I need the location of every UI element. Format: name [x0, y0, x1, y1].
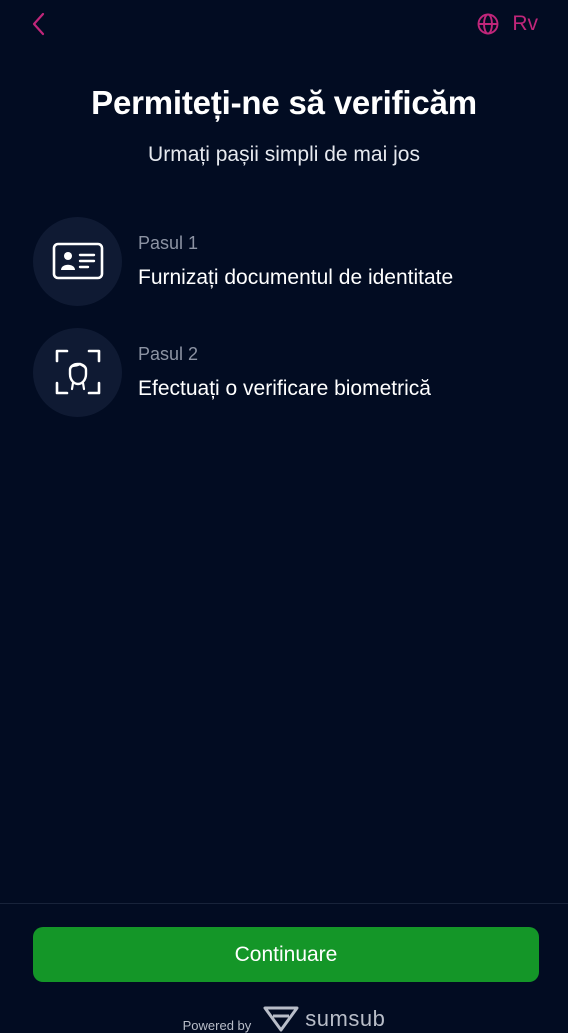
page-subtitle: Urmați pașii simpli de mai jos: [148, 143, 420, 166]
brand-name: sumsub: [305, 1005, 386, 1031]
step-title: Efectuați o verificare biometrică: [138, 376, 431, 400]
powered-by: Powered by sumsub: [0, 1004, 568, 1033]
back-button[interactable]: [28, 10, 52, 38]
footer-divider: [0, 903, 568, 904]
step-label: Pasul 1: [138, 232, 199, 253]
step-item-1: Pasul 1 Furnizați documentul de identita…: [33, 216, 548, 306]
sumsub-logo-icon: [263, 1006, 299, 1031]
id-card-icon: [52, 242, 103, 280]
chevron-left-icon: [32, 12, 45, 36]
page-title: Permiteți-ne să verificăm: [91, 84, 477, 121]
step-item-2: Pasul 2 Efectuați o verificare biometric…: [33, 327, 548, 417]
step-icon-container: [33, 216, 122, 306]
step-icon-container: [33, 327, 122, 417]
language-selector[interactable]: Rv: [476, 10, 538, 38]
step-title: Furnizați documentul de identitate: [138, 265, 454, 289]
continue-button[interactable]: Continuare: [33, 927, 539, 982]
powered-by-label: Powered by: [182, 1018, 252, 1033]
step-label: Pasul 2: [138, 343, 199, 364]
top-bar: Rv: [0, 0, 568, 48]
brand-logo: sumsub: [263, 1006, 385, 1032]
globe-icon: [477, 13, 499, 35]
language-label: Rv: [512, 12, 538, 35]
face-scan-icon: [55, 349, 100, 395]
